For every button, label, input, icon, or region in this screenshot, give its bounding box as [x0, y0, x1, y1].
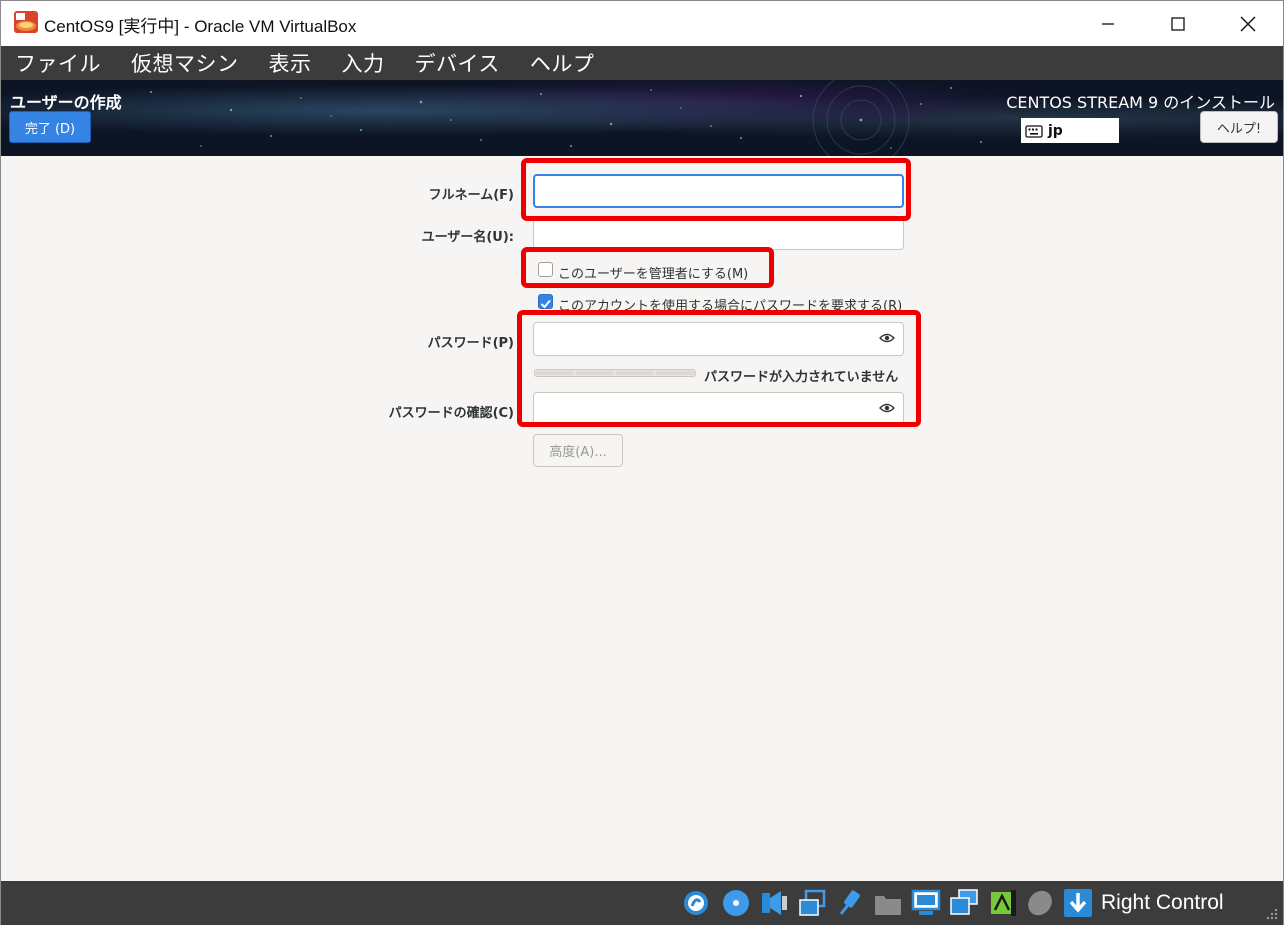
advanced-button[interactable]: 高度(A)...: [533, 434, 623, 467]
title-bar: CentOS9 [実行中] - Oracle VM VirtualBox: [1, 1, 1283, 46]
menu-help[interactable]: ヘルプ: [530, 48, 595, 78]
keyboard-layout-label: jp: [1048, 122, 1063, 139]
keyboard-layout-indicator[interactable]: jp: [1021, 118, 1119, 143]
status-bar: Right Control: [1, 881, 1283, 925]
optical-drive-icon[interactable]: [721, 888, 751, 918]
virtualbox-app-icon: [14, 11, 38, 33]
fullname-label: フルネーム(F): [428, 188, 514, 203]
password-label: パスワード(P): [427, 336, 514, 351]
install-title: CENTOS STREAM 9 のインストール: [1006, 93, 1275, 112]
username-label: ユーザー名(U):: [421, 230, 514, 245]
close-icon: [1240, 16, 1256, 31]
host-key-arrow-icon[interactable]: [1063, 888, 1093, 918]
password-highlight: [517, 310, 921, 427]
admin-checkbox-highlight: [521, 247, 774, 288]
close-button[interactable]: [1213, 1, 1283, 46]
display-icon[interactable]: [911, 888, 941, 918]
menu-devices[interactable]: デバイス: [415, 48, 500, 78]
virtualbox-window: CentOS9 [実行中] - Oracle VM VirtualBox ファイ…: [0, 0, 1284, 925]
mouse-integration-icon[interactable]: [1025, 888, 1055, 918]
video-capture-icon[interactable]: [949, 888, 979, 918]
menu-file[interactable]: ファイル: [15, 48, 101, 78]
menu-view[interactable]: 表示: [269, 48, 312, 78]
menu-input[interactable]: 入力: [342, 48, 385, 78]
resize-grip-icon[interactable]: [1263, 907, 1279, 923]
network-icon[interactable]: [797, 888, 827, 918]
installer-header: ユーザーの作成 完了 (D) CENTOS STREAM 9 のインストール j…: [1, 80, 1283, 156]
username-input[interactable]: [533, 216, 904, 250]
host-key-label: Right Control: [1101, 891, 1224, 914]
cpu-activity-icon[interactable]: [987, 888, 1017, 918]
spoke-title: ユーザーの作成: [10, 93, 122, 112]
checkmark-icon: [540, 299, 551, 309]
create-user-form: フルネーム(F) ユーザー名(U): このユーザーを管理者にする(M) このアカ…: [1, 156, 1283, 881]
help-button[interactable]: ヘルプ!: [1200, 111, 1278, 143]
window-title: CentOS9 [実行中] - Oracle VM VirtualBox: [44, 17, 357, 36]
keyboard-icon: [1025, 124, 1043, 138]
fullname-highlight: [521, 158, 911, 221]
done-button[interactable]: 完了 (D): [9, 111, 91, 143]
maximize-icon: [1171, 16, 1185, 31]
confirm-password-label: パスワードの確認(C): [388, 406, 514, 421]
audio-icon[interactable]: [759, 888, 789, 918]
hard-disk-icon[interactable]: [681, 888, 711, 918]
require-password-checkbox[interactable]: [538, 294, 553, 309]
minimize-icon: [1102, 22, 1114, 25]
shared-folders-icon[interactable]: [873, 888, 903, 918]
maximize-button[interactable]: [1143, 1, 1213, 46]
menu-machine[interactable]: 仮想マシン: [131, 48, 239, 78]
minimize-button[interactable]: [1073, 1, 1143, 46]
menu-bar: ファイル 仮想マシン 表示 入力 デバイス ヘルプ: [1, 46, 1283, 80]
usb-icon[interactable]: [835, 888, 865, 918]
